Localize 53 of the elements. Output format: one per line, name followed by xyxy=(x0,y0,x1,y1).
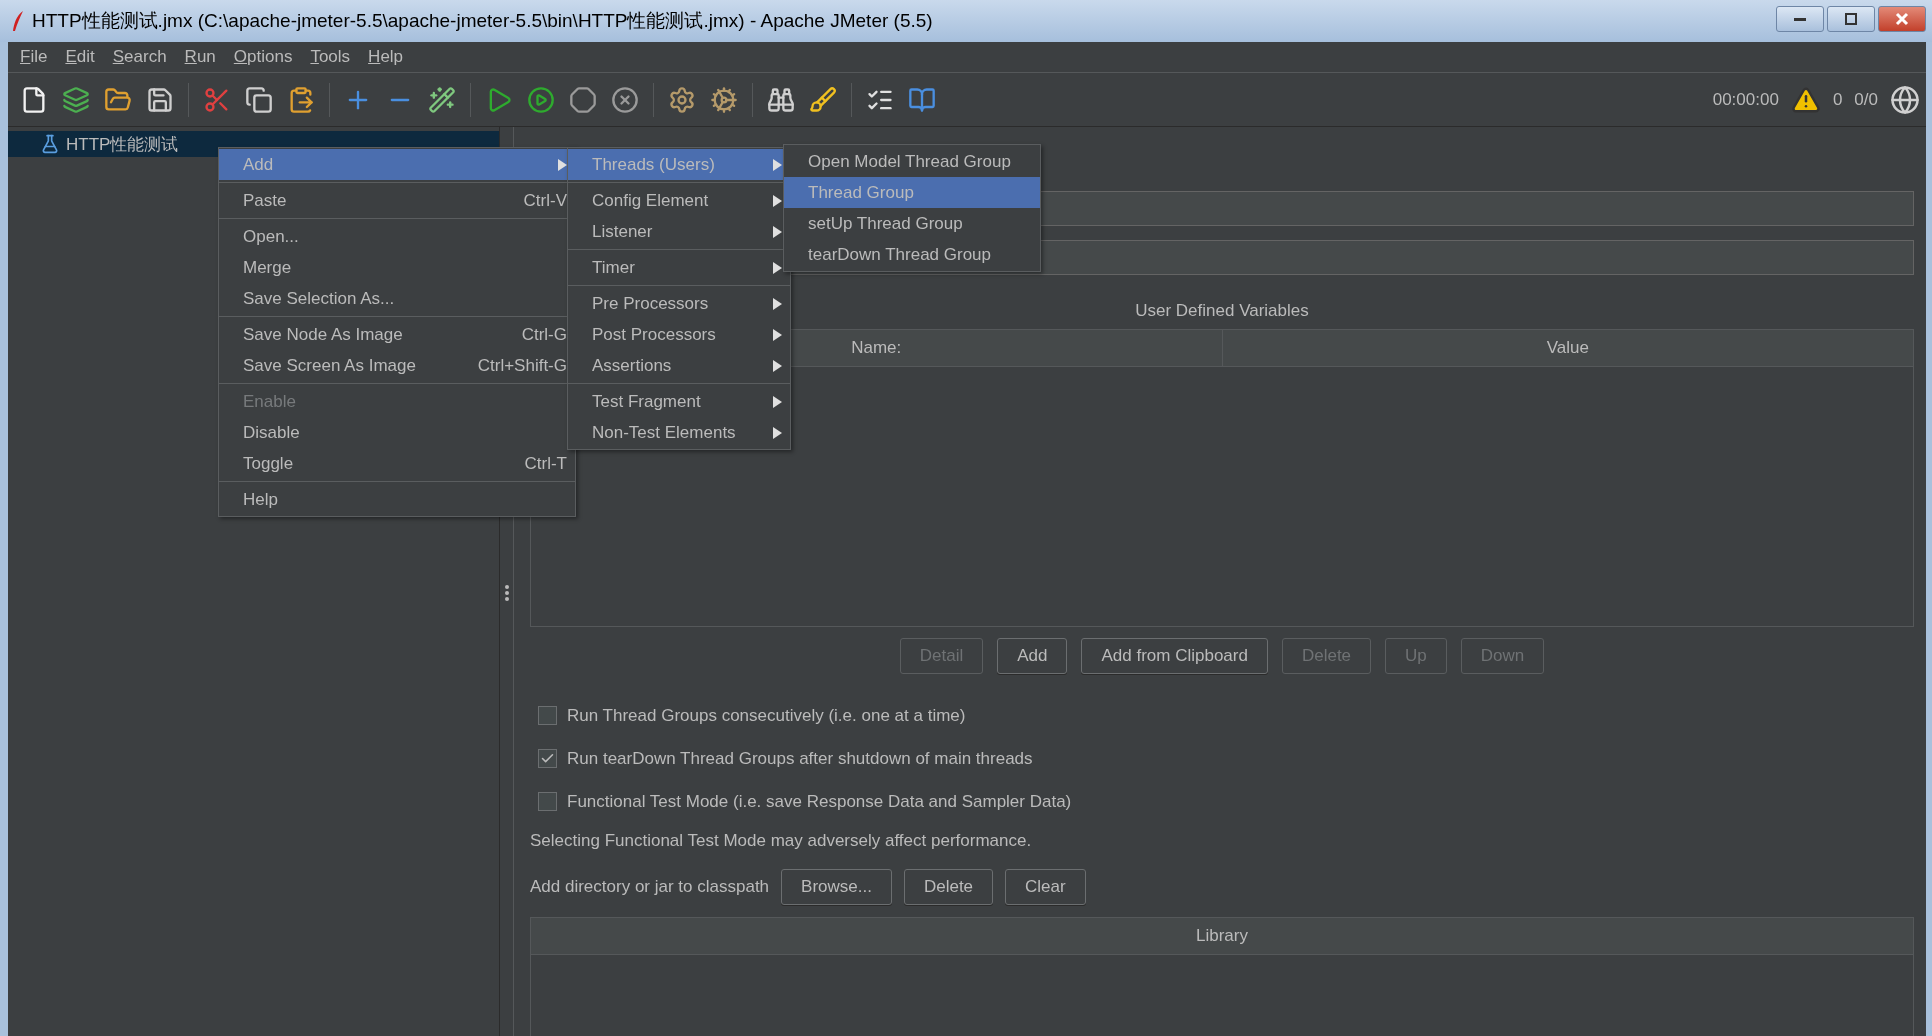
checkbox[interactable] xyxy=(538,749,557,768)
submenu-arrow-icon xyxy=(773,225,782,238)
table-button[interactable]: Add from Clipboard xyxy=(1081,638,1268,674)
note-text: Selecting Functional Test Mode may adversely affect performance. xyxy=(530,831,1033,851)
close-button[interactable] xyxy=(1878,6,1926,32)
menu-item[interactable]: Test Fragment xyxy=(568,386,790,417)
submenu-arrow-icon xyxy=(773,297,782,310)
menu-bar-item[interactable]: File xyxy=(12,47,56,67)
submenu-arrow-icon xyxy=(773,194,782,207)
submenu-arrow-icon xyxy=(773,158,782,171)
splitter-handle-icon[interactable] xyxy=(504,585,509,601)
feather-icon xyxy=(12,10,24,32)
checkbox-label: Run tearDown Thread Groups after shutdown of main threads xyxy=(567,748,1033,769)
checkbox-label: Functional Test Mode (i.e. save Response Data and Sampler Data) xyxy=(567,791,1072,812)
classpath-label: Add directory or jar to classpath xyxy=(530,877,770,897)
menu-bar-item[interactable]: Search xyxy=(104,47,175,67)
classpath-button[interactable]: Delete xyxy=(903,869,994,905)
flask-icon xyxy=(40,134,60,154)
table-title: User Defined Variables xyxy=(1135,301,1309,321)
close-icon xyxy=(1895,12,1909,26)
maximize-button[interactable] xyxy=(1827,6,1875,32)
menu-bar-item[interactable]: Help xyxy=(360,47,412,67)
submenu-arrow-icon xyxy=(773,328,782,341)
submenu-arrow-icon xyxy=(773,426,782,439)
menu-bar-item[interactable]: Run xyxy=(176,47,224,67)
submenu-arrow-icon xyxy=(773,359,782,372)
submenu-arrow-icon xyxy=(773,261,782,274)
menu-item[interactable]: setUp Thread Group xyxy=(784,208,1040,239)
maximize-icon xyxy=(1845,13,1857,25)
menu-item[interactable]: Toggle Ctrl-T xyxy=(219,448,575,479)
submenu-arrow-icon xyxy=(558,158,567,171)
checkbox-label: Run Thread Groups consecutively (i.e. one at a time) xyxy=(567,705,966,726)
column-header[interactable]: Value xyxy=(1222,330,1913,366)
menu-bar-item[interactable]: Options xyxy=(225,47,301,67)
checkbox[interactable] xyxy=(538,706,557,725)
menu-item[interactable]: Non-Test Elements xyxy=(568,417,790,448)
column-header[interactable]: Library xyxy=(531,918,1913,954)
menu-item[interactable]: Pre Processors xyxy=(568,288,790,319)
submenu-arrow-icon xyxy=(773,395,782,408)
minimize-icon xyxy=(1794,17,1806,21)
globe-icon[interactable] xyxy=(1890,84,1920,115)
menu-bar-item[interactable]: Tools xyxy=(302,47,359,67)
menu-bar-item[interactable]: Edit xyxy=(57,47,103,67)
classpath-button[interactable]: Browse... xyxy=(781,869,892,905)
classpath-button[interactable]: Clear xyxy=(1005,869,1086,905)
checkbox[interactable] xyxy=(538,792,557,811)
warning-count: 0 xyxy=(1832,89,1843,110)
elapsed-time: 00:00:00 xyxy=(1712,89,1779,110)
minimize-button[interactable] xyxy=(1776,6,1824,32)
window-title: HTTP性能测试.jmx (C:\apache-jmeter-5.5\apache-jmeter-5.5\bin\HTTP性能测试.jmx) - Apache JMeter (5.5) xyxy=(32,9,933,33)
menu-item[interactable]: Help xyxy=(219,484,575,515)
thread-count: 0/0 xyxy=(1854,89,1878,110)
table-button[interactable]: Add xyxy=(997,638,1068,674)
